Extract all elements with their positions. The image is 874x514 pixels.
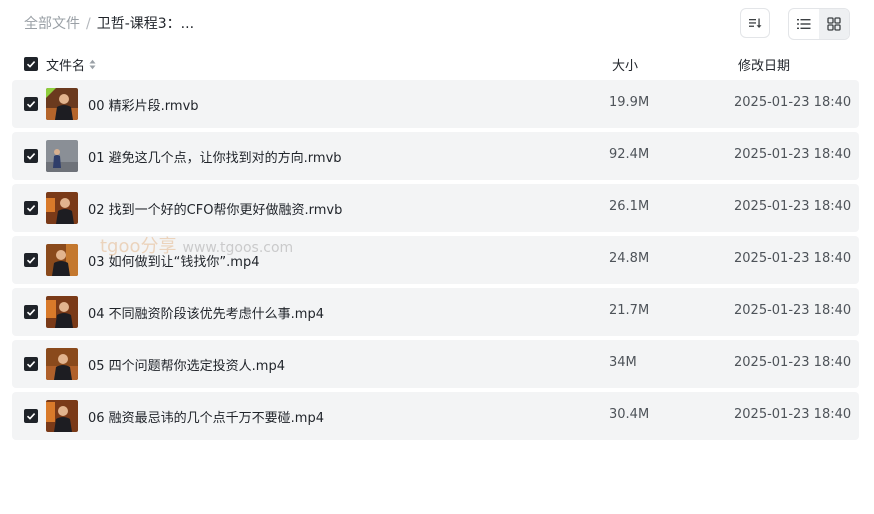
- file-size: 26.1M: [609, 199, 650, 214]
- video-thumbnail: [46, 348, 78, 380]
- breadcrumb: 全部文件 / 卫哲-课程3：...: [24, 14, 194, 34]
- file-name: 01 避免这几个点，让你找到对的方向.rmvb: [88, 151, 342, 166]
- check-icon: [26, 413, 36, 420]
- file-date: 2025-01-23 18:40: [734, 199, 852, 214]
- top-bar: 全部文件 / 卫哲-课程3：...: [0, 0, 874, 48]
- check-icon: [26, 61, 36, 68]
- list-view-icon: [797, 19, 811, 29]
- check-icon: [26, 101, 36, 108]
- sort-button[interactable]: [740, 8, 770, 38]
- file-size: 24.8M: [609, 251, 650, 266]
- list-view-button[interactable]: [789, 9, 819, 39]
- file-row[interactable]: 04 不同融资阶段该优先考虑什么事.mp4 21.7M 2025-01-23 1…: [12, 288, 859, 336]
- file-row[interactable]: 00 精彩片段.rmvb 19.9M 2025-01-23 18:40: [12, 80, 859, 128]
- video-thumbnail: [46, 192, 78, 224]
- sort-icon: [749, 18, 762, 28]
- grid-view-icon: [827, 17, 841, 31]
- file-size: 21.7M: [609, 303, 650, 318]
- row-checkbox[interactable]: [24, 149, 38, 163]
- column-size-header[interactable]: 大小: [612, 55, 638, 74]
- file-name: 03 如何做到让“钱找你”.mp4: [88, 255, 260, 270]
- file-list: 00 精彩片段.rmvb 19.9M 2025-01-23 18:40 01 避…: [12, 80, 859, 444]
- sort-toggle-icon: [89, 59, 96, 70]
- file-date: 2025-01-23 18:40: [734, 251, 852, 266]
- select-all-checkbox[interactable]: [24, 57, 38, 71]
- breadcrumb-separator: /: [86, 16, 91, 32]
- file-size: 92.4M: [609, 147, 650, 162]
- file-size: 30.4M: [609, 407, 650, 422]
- column-name-label: 文件名: [46, 59, 86, 74]
- check-icon: [26, 205, 36, 212]
- breadcrumb-root[interactable]: 全部文件: [24, 16, 80, 32]
- column-date-header[interactable]: 修改日期: [738, 55, 790, 74]
- video-thumbnail: [46, 296, 78, 328]
- file-size: 34M: [609, 355, 637, 370]
- file-row[interactable]: 05 四个问题帮你选定投资人.mp4 34M 2025-01-23 18:40: [12, 340, 859, 388]
- video-thumbnail: [46, 400, 78, 432]
- check-icon: [26, 361, 36, 368]
- row-checkbox[interactable]: [24, 201, 38, 215]
- row-checkbox[interactable]: [24, 253, 38, 267]
- column-header: 文件名 大小 修改日期: [0, 52, 874, 76]
- file-size: 19.9M: [609, 95, 650, 110]
- row-checkbox[interactable]: [24, 409, 38, 423]
- check-icon: [26, 309, 36, 316]
- column-name-header[interactable]: 文件名: [46, 55, 96, 74]
- file-row[interactable]: 06 融资最忌讳的几个点千万不要碰.mp4 30.4M 2025-01-23 1…: [12, 392, 859, 440]
- file-row[interactable]: 02 找到一个好的CFO帮你更好做融资.rmvb 26.1M 2025-01-2…: [12, 184, 859, 232]
- file-name: 02 找到一个好的CFO帮你更好做融资.rmvb: [88, 203, 343, 218]
- file-name: 06 融资最忌讳的几个点千万不要碰.mp4: [88, 411, 324, 426]
- file-date: 2025-01-23 18:40: [734, 355, 852, 370]
- check-icon: [26, 257, 36, 264]
- file-date: 2025-01-23 18:40: [734, 147, 852, 162]
- file-row[interactable]: 03 如何做到让“钱找你”.mp4 24.8M 2025-01-23 18:40: [12, 236, 859, 284]
- file-date: 2025-01-23 18:40: [734, 407, 852, 422]
- video-thumbnail: [46, 244, 78, 276]
- check-icon: [26, 153, 36, 160]
- file-date: 2025-01-23 18:40: [734, 95, 852, 110]
- view-toggle: [788, 8, 850, 40]
- video-thumbnail: [46, 88, 78, 120]
- grid-view-button[interactable]: [819, 9, 849, 39]
- file-name: 04 不同融资阶段该优先考虑什么事.mp4: [88, 307, 324, 322]
- row-checkbox[interactable]: [24, 97, 38, 111]
- file-date: 2025-01-23 18:40: [734, 303, 852, 318]
- breadcrumb-current: 卫哲-课程3：...: [96, 16, 195, 32]
- row-checkbox[interactable]: [24, 305, 38, 319]
- file-row[interactable]: 01 避免这几个点，让你找到对的方向.rmvb 92.4M 2025-01-23…: [12, 132, 859, 180]
- video-thumbnail: [46, 140, 78, 172]
- file-name: 05 四个问题帮你选定投资人.mp4: [88, 359, 285, 374]
- file-name: 00 精彩片段.rmvb: [88, 99, 199, 114]
- row-checkbox[interactable]: [24, 357, 38, 371]
